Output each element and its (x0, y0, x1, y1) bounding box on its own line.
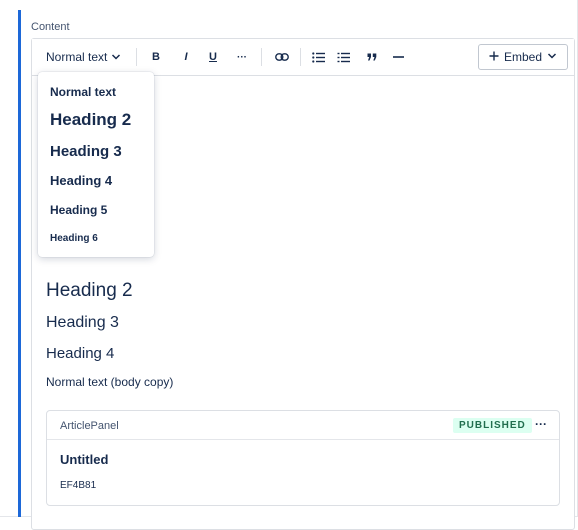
toolbar-separator (136, 48, 137, 66)
chevron-down-icon (111, 52, 121, 62)
content-body-text: Normal text (body copy) (46, 375, 174, 389)
content-heading-2: Heading 2 (46, 280, 133, 301)
focus-indicator (18, 10, 21, 517)
plus-icon (489, 50, 499, 64)
article-panel[interactable]: ArticlePanel PUBLISHED ··· Untitled EF4B… (46, 410, 560, 506)
toolbar-separator (261, 48, 262, 66)
bullet-list-button[interactable] (310, 47, 326, 67)
panel-more-button[interactable]: ··· (535, 417, 547, 431)
link-icon (275, 52, 289, 62)
menu-item-heading-3[interactable]: Heading 3 (50, 143, 122, 160)
more-formatting-button[interactable]: ··· (233, 47, 251, 67)
toolbar-separator (300, 48, 301, 66)
divider-button[interactable] (390, 47, 406, 67)
divider-icon (392, 55, 404, 59)
article-id: EF4B81 (60, 480, 97, 491)
article-name: Untitled (60, 452, 109, 467)
content-heading-4: Heading 4 (46, 345, 115, 362)
menu-item-heading-6[interactable]: Heading 6 (50, 233, 98, 244)
article-panel-header: ArticlePanel PUBLISHED ··· (47, 411, 559, 440)
underline-button[interactable]: U (206, 47, 220, 67)
menu-item-normal-text[interactable]: Normal text (50, 85, 116, 99)
menu-item-heading-4[interactable]: Heading 4 (50, 173, 112, 188)
bullet-list-icon (311, 51, 325, 63)
embed-button[interactable]: Embed (478, 44, 568, 70)
text-style-select[interactable]: Normal text (46, 47, 121, 67)
link-button[interactable] (273, 47, 291, 67)
numbered-list-button[interactable] (335, 47, 351, 67)
text-style-label: Normal text (46, 50, 108, 64)
chevron-down-icon (547, 50, 557, 64)
menu-item-heading-5[interactable]: Heading 5 (50, 203, 107, 217)
bold-button[interactable]: B (149, 47, 163, 67)
content-heading-3: Heading 3 (46, 314, 119, 331)
embed-label: Embed (503, 50, 543, 64)
menu-item-heading-2[interactable]: Heading 2 (50, 110, 131, 130)
status-badge: PUBLISHED (453, 418, 532, 433)
numbered-list-icon (337, 52, 350, 63)
quote-button[interactable] (364, 47, 380, 67)
italic-button[interactable]: I (179, 47, 193, 67)
field-label: Content (31, 21, 70, 33)
editor-toolbar: Normal text B I U ··· Embed (32, 39, 574, 76)
article-panel-title: ArticlePanel (60, 420, 119, 432)
text-style-menu: Normal text Heading 2 Heading 3 Heading … (38, 72, 154, 257)
quote-icon (367, 53, 377, 61)
